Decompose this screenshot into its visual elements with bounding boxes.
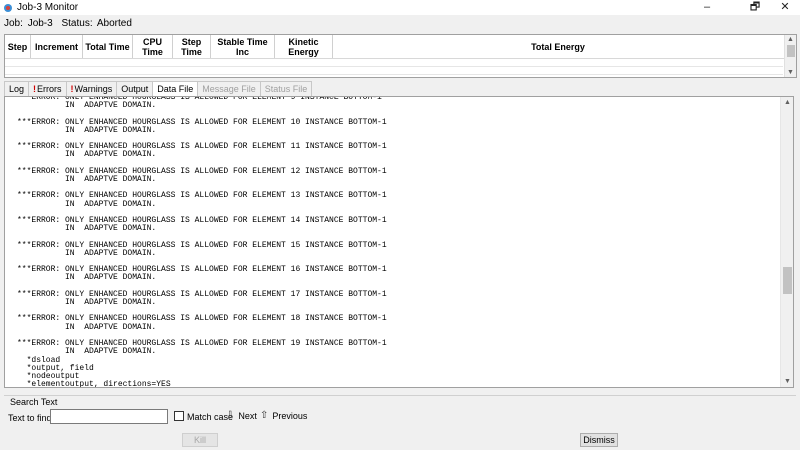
arrow-down-icon: ⇩ [226, 410, 235, 421]
data-file-line: *elementoutput, directions=YES [17, 380, 171, 387]
data-file-line: IN ADAPTVE DOMAIN. [17, 322, 157, 332]
data-file-line: IN ADAPTVE DOMAIN. [17, 248, 157, 258]
close-icon[interactable]: ✕ [770, 0, 800, 15]
tab-label: Warnings [74, 84, 113, 94]
minimize-icon[interactable]: – [692, 0, 722, 15]
error-flag-icon: ! [33, 84, 37, 94]
column-header-step: Step [5, 35, 31, 58]
table-row [5, 59, 783, 67]
scroll-thumb[interactable] [787, 45, 795, 57]
data-file-line: IN ADAPTVE DOMAIN. [17, 347, 157, 357]
column-header-cpu-time: CPU Time [133, 35, 173, 58]
next-label: Next [238, 410, 257, 421]
title-bar: Job-3 Monitor – 🗗 ✕ [0, 0, 800, 15]
job-status-line: Job: Job-3 Status: Aborted [4, 18, 134, 29]
column-header-total-time: Total Time [83, 35, 133, 58]
progress-table-header: Step Increment Total Time CPU Time Step … [5, 35, 796, 59]
previous-button[interactable]: ⇧ Previous [260, 410, 307, 421]
data-file-line: IN ADAPTVE DOMAIN. [17, 298, 157, 308]
job-name: Job-3 [27, 18, 53, 29]
table-scrollbar[interactable]: ▲ ▼ [784, 35, 796, 77]
tab-label: Status File [264, 84, 308, 94]
data-file-line: *output, field [17, 363, 94, 373]
scroll-down-icon[interactable]: ▼ [784, 378, 791, 385]
tab-output[interactable]: Output [116, 81, 154, 96]
column-header-stable-time-inc: Stable Time Inc [211, 35, 275, 58]
tab-message-file[interactable]: Message File [197, 81, 261, 96]
data-file-line: IN ADAPTVE DOMAIN. [17, 224, 157, 234]
data-file-line: IN ADAPTVE DOMAIN. [17, 150, 157, 160]
data-file-text: ***ERROR: ONLY ENHANCED HOURGLASS IS ALL… [17, 97, 777, 387]
find-label: Text to find: [8, 413, 55, 423]
data-file-line: IN ADAPTVE DOMAIN. [17, 273, 157, 283]
status-value: Aborted [96, 18, 132, 29]
tab-label: Message File [202, 84, 256, 94]
window-title: Job-3 Monitor [17, 2, 79, 13]
tab-label: Log [9, 84, 25, 94]
app-icon [3, 3, 13, 13]
tab-log[interactable]: Log [4, 81, 30, 96]
data-file-panel[interactable]: ***ERROR: ONLY ENHANCED HOURGLASS IS ALL… [4, 96, 794, 388]
progress-table: Step Increment Total Time CPU Time Step … [4, 34, 797, 78]
data-file-scrollbar[interactable]: ▲ ▼ [780, 97, 793, 387]
kill-button[interactable]: Kill [182, 433, 218, 447]
scroll-up-icon[interactable]: ▲ [787, 36, 794, 43]
data-file-line: IN ADAPTVE DOMAIN. [17, 125, 157, 135]
scroll-up-icon[interactable]: ▲ [784, 99, 791, 106]
data-file-line: IN ADAPTVE DOMAIN. [17, 199, 157, 209]
table-row [5, 67, 783, 75]
column-header-increment: Increment [31, 35, 83, 58]
arrow-up-icon: ⇧ [260, 410, 269, 421]
status-label: Status: [61, 18, 93, 29]
search-input[interactable] [50, 409, 168, 424]
previous-label: Previous [272, 410, 308, 421]
search-text-group: Search Text Text to find: Match case ⇩ N… [4, 395, 796, 429]
tab-warnings[interactable]: !Warnings [65, 81, 118, 96]
tab-data-file[interactable]: Data File [152, 81, 199, 97]
data-file-line: IN ADAPTVE DOMAIN. [17, 175, 157, 185]
maximize-icon[interactable]: 🗗 [740, 0, 770, 15]
column-header-step-time: Step Time [173, 35, 211, 58]
tab-errors[interactable]: !Errors [28, 81, 67, 96]
tab-status-file[interactable]: Status File [259, 81, 313, 96]
column-header-kinetic-energy: Kinetic Energy [275, 35, 333, 58]
column-header-total-energy: Total Energy [531, 41, 585, 52]
tab-label: Output [121, 84, 149, 94]
match-case-checkbox[interactable] [174, 411, 184, 421]
scroll-down-icon[interactable]: ▼ [787, 69, 794, 76]
scroll-thumb[interactable] [783, 267, 792, 294]
dismiss-button[interactable]: Dismiss [580, 433, 618, 447]
job-label: Job: [4, 18, 23, 29]
data-file-line: *dsload [17, 355, 61, 365]
next-button[interactable]: ⇩ Next [226, 410, 257, 421]
output-tabs: Log !Errors !Warnings Output Data File M… [4, 81, 313, 97]
tab-label: Errors [37, 84, 62, 94]
dialog-footer: Kill Dismiss [0, 430, 800, 450]
warning-flag-icon: ! [70, 84, 74, 94]
tab-label: Data File [157, 84, 194, 94]
search-legend: Search Text [10, 397, 58, 407]
data-file-line: IN ADAPTVE DOMAIN. [17, 101, 157, 111]
